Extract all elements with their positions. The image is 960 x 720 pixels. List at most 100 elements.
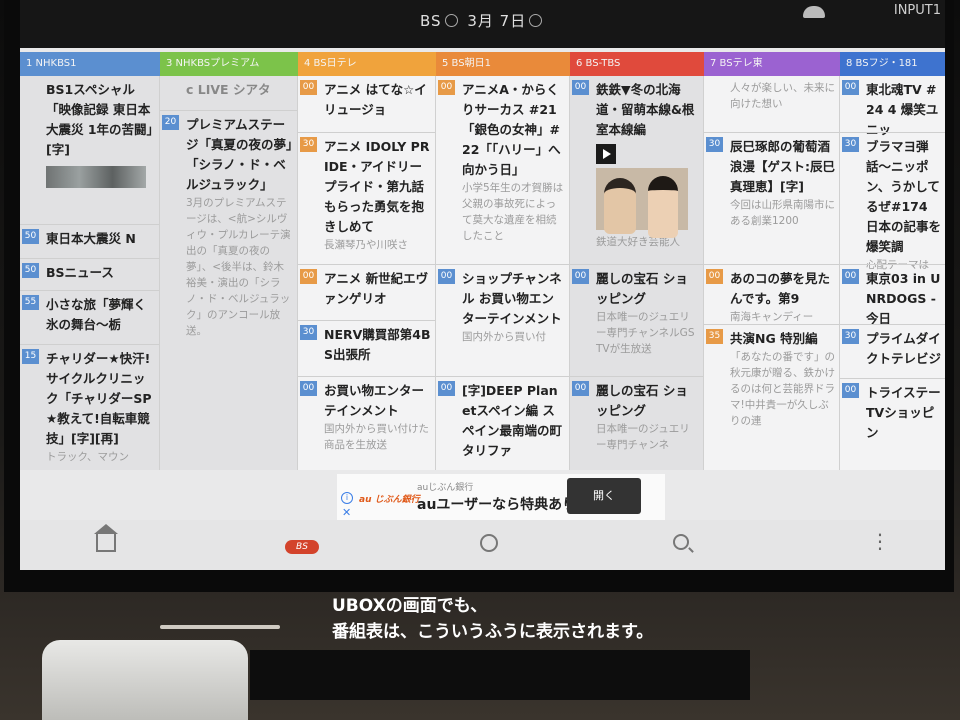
channel-header[interactable]: 3 NHKBSプレミアム [160,52,298,76]
band-dropdown-icon[interactable] [444,14,458,27]
program-cell[interactable]: 35 共演NG 特別編 「あなたの番です」の秋元康が贈る、鉄かけるのは何と芸能界… [704,324,839,470]
program-cell[interactable]: 00 アニメ はてな☆イリュージョ [298,76,435,132]
start-minute-badge: 50 [22,263,39,278]
tv-icon[interactable] [803,6,825,18]
program-cell[interactable]: 00 アニメ 新世紀エヴァンゲリオ [298,264,435,320]
start-minute-badge: 00 [572,269,589,284]
start-minute-badge: 30 [842,329,859,344]
program-cell[interactable]: 00 東北魂TV #24 4 爆笑ユニッ [840,76,945,137]
start-minute-badge: 00 [842,269,859,284]
program-cell[interactable]: 30 NERV購買部第4BS出張所 [298,320,435,376]
channel-header[interactable]: 4 BS日テレ [298,52,436,76]
band-label[interactable]: BS [420,12,442,30]
bs-guide-tab[interactable]: BS [285,540,319,554]
program-title: 東日本大震災 N [46,231,136,246]
program-cell[interactable]: 30 アニメ IDOLY PRIDE・アイドリープライド・第九話 もらった勇気を… [298,132,435,264]
program-thumbnail [46,166,146,188]
ubox-device [42,640,248,720]
date-selector[interactable]: BS 3月 7日 [420,10,546,31]
program-title: 東北魂TV #24 4 爆笑ユニッ [866,82,939,137]
start-minute-badge: 15 [22,349,39,364]
program-description: 小学5年生の才賀勝は父親の事故死によって莫大な遺産を相続したこと [462,182,564,242]
program-cell[interactable]: 00 [字]DEEP Planetスペイン編 スペイン最南端の町 タリファ [436,376,569,470]
start-minute-badge: 30 [706,137,723,152]
program-cell[interactable]: 30 辰巳琢郎の葡萄酒浪漫【ゲスト:辰巳真理恵】[字] 今回は山形県南陽市にある… [704,132,839,264]
program-description: 国内外から買い付けた商品を生放送 [324,423,429,451]
program-title: ショップチャンネル お買い物エンターテインメント [462,271,562,326]
program-title: プレミアムステージ「真夏の夜の夢」「シラノ・ド・ベルジュラック」 [186,117,293,192]
program-cell[interactable]: 00 麗しの宝石 ショッピング 日本唯一のジュエリー専門チャンネ [570,376,703,470]
channel-header[interactable]: 8 BSフジ・181 [840,52,945,76]
start-minute-badge: 00 [572,80,589,95]
start-minute-badge: 00 [438,80,455,95]
program-cell[interactable]: 55 小さな旅「夢輝く氷の舞台〜栃 [20,290,159,344]
alarm-icon[interactable] [480,534,498,552]
program-title: アニメA・からくりサーカス #21「銀色の女神」#22「「ハリー」へ向かう日」 [462,82,561,177]
start-minute-badge: 00 [572,381,589,396]
play-icon[interactable] [596,144,616,164]
start-minute-badge: 00 [842,383,859,398]
channel-header-row: 1 NHKBS1 3 NHKBSプレミアム 4 BS日テレ 5 BS朝日1 6 … [20,52,945,76]
program-cell[interactable]: 50 東日本大震災 N [20,224,159,258]
start-minute-badge: 00 [300,269,317,284]
program-title: NERV購買部第4BS出張所 [324,327,431,362]
start-minute-badge: 00 [706,269,723,284]
program-cell[interactable]: 50 BSニュース [20,258,159,290]
day-dropdown-icon[interactable] [529,14,543,27]
program-title: [字]DEEP Planetスペイン編 スペイン最南端の町 タリファ [462,383,563,458]
channel-header[interactable]: 7 BSテレ東 [704,52,840,76]
info-icon[interactable]: i [341,492,353,504]
program-cell[interactable]: c LIVE シアタ [160,76,297,110]
program-cell[interactable]: 00 トライステーTVショッピン [840,378,945,470]
program-cell[interactable]: 30 プライムダイクトテレビジ [840,324,945,378]
tv-screen: BS 3月 7日 INPUT1 1 NHKBS1 3 NHKBSプレミアム 4 … [20,0,945,570]
channel-column: 00 東北魂TV #24 4 爆笑ユニッ 30 ブラマヨ弾話〜ニッポン、うかして… [840,76,945,470]
day-label[interactable]: 7日 [500,12,527,30]
program-title: 麗しの宝石 ショッピング [596,271,688,306]
more-icon[interactable]: ⋮ [870,531,890,551]
ad-logo: au じぶん銀行 [359,495,420,505]
program-cell[interactable]: 00 東京03 in UNRDOGS -今日 [840,264,945,326]
program-cell[interactable]: 00 ショップチャンネル お買い物エンターテインメント 国内外から買い付 [436,264,569,376]
search-icon[interactable] [673,534,689,550]
start-minute-badge: 50 [22,229,39,244]
program-title: トライステーTVショッピン [866,385,941,440]
close-icon[interactable]: ✕ [342,506,351,519]
program-title: アニメ はてな☆イリュージョ [324,82,427,117]
program-cell[interactable]: 00 麗しの宝石 ショッピング 日本唯一のジュエリー専門チャンネルGSTVが生放… [570,264,703,376]
program-description: 今回は山形県南陽市にある創業1200 [730,199,835,227]
program-cell[interactable]: 00 鉄鉄▼冬の北海道・留萌本線&根室本線編 鉄道大好き芸能人 [570,76,703,264]
program-cell[interactable]: 15 チャリダー★快汗!サイクルクリニック「チャリダーSP★教えて!自転車競技」… [20,344,159,470]
program-cell[interactable]: 人々が楽しい、未来に向けた想い [704,76,839,132]
start-minute-badge: 20 [162,115,179,130]
person-image [604,178,636,234]
bottom-nav: BS ⋮ [20,520,945,570]
ad-message: auユーザーなら特典あり [417,497,577,513]
month-label[interactable]: 3月 [467,12,494,30]
program-cell[interactable]: 20 プレミアムステージ「真夏の夜の夢」「シラノ・ド・ベルジュラック」 3月のプ… [160,110,297,470]
program-title: 鉄鉄▼冬の北海道・留萌本線&根室本線編 [596,82,695,137]
program-cell[interactable]: BS1スペシャル「映像記録 東日本大震災 1年の苦闘」[字] [20,76,159,224]
program-cell[interactable]: 00 お買い物エンターテインメント 国内外から買い付けた商品を生放送 [298,376,435,470]
channel-header[interactable]: 6 BS-TBS [570,52,704,76]
program-description: 国内外から買い付 [462,331,546,343]
channel-column: c LIVE シアタ 20 プレミアムステージ「真夏の夜の夢」「シラノ・ド・ベル… [160,76,298,470]
channel-header[interactable]: 5 BS朝日1 [436,52,570,76]
ad-banner[interactable]: i ✕ au じぶん銀行 auじぶん銀行 auユーザーなら特典あり 開く [337,474,665,520]
program-title: 共演NG 特別編 [730,331,818,346]
channel-column: 00 アニメ はてな☆イリュージョ 30 アニメ IDOLY PRIDE・アイド… [298,76,436,470]
channel-column: 人々が楽しい、未来に向けた想い 30 辰巳琢郎の葡萄酒浪漫【ゲスト:辰巳真理恵】… [704,76,840,470]
channel-column: 00 アニメA・からくりサーカス #21「銀色の女神」#22「「ハリー」へ向かう… [436,76,570,470]
start-minute-badge: 00 [438,269,455,284]
program-title: 麗しの宝石 ショッピング [596,383,688,418]
caption-line-1: UBOXの画面でも、 [332,596,488,616]
program-grid: BS1スペシャル「映像記録 東日本大震災 1年の苦闘」[字] 50 東日本大震災… [20,76,945,470]
channel-header[interactable]: 1 NHKBS1 [20,52,160,76]
program-cell[interactable]: 00 あのコの夢を見たんです。第9 南海キャンディー [704,264,839,324]
ad-open-button[interactable]: 開く [567,478,641,514]
tv-stand [250,650,750,700]
program-description: 鉄道大好き芸能人 [596,236,680,248]
program-cell[interactable]: 00 アニメA・からくりサーカス #21「銀色の女神」#22「「ハリー」へ向かう… [436,76,569,264]
program-cell[interactable]: 30 ブラマヨ弾話〜ニッポン、うかしてるぜ#174 日本の記事を爆笑調 心配テー… [840,132,945,271]
home-icon[interactable] [94,524,118,552]
